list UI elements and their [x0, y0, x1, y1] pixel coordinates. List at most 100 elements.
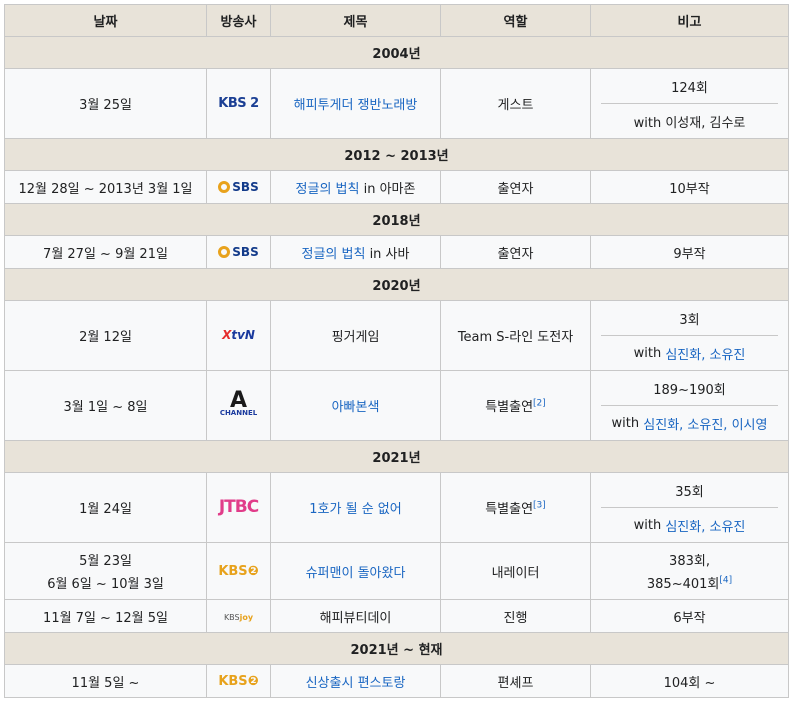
tvn-logo: XtvN [206, 300, 271, 371]
note-cell: 6부작 [590, 599, 789, 633]
date-cell: 11월 7일 ~ 12월 5일 [4, 599, 207, 633]
sbs-logo: SBS [206, 235, 271, 269]
date-cell: 11월 5일 ~ [4, 664, 207, 698]
table-row: 7월 27일 ~ 9월 21일 SBS 정글의 법칙 in 사바 출연자 9부작 [4, 235, 789, 269]
date-cell: 2월 12일 [4, 300, 207, 371]
note-cell: 10부작 [590, 170, 789, 204]
role-cell: 진행 [440, 599, 591, 633]
role-cell: Team S-라인 도전자 [440, 300, 591, 371]
title-link[interactable]: 아빠본색 [332, 400, 380, 415]
footnote-link[interactable]: [3] [533, 501, 546, 511]
kbsjoy-logo: KBSjoy [206, 599, 271, 633]
channel-text: CHANNEL [219, 409, 258, 417]
date-cell: 5월 23일 6월 6일 ~ 10월 3일 [4, 542, 207, 600]
header-role: 역할 [440, 4, 591, 37]
table-row: 11월 7일 ~ 12월 5일 KBSjoy 해피뷰티데이 진행 6부작 [4, 599, 789, 633]
tvn-x-mark: X [222, 328, 232, 342]
title-link[interactable]: 정글의 법칙 [296, 182, 360, 197]
kbs2-logo: KBS 2 [206, 68, 271, 139]
year-header: 2020년 [4, 268, 789, 301]
kbs2-logo: KBS❷ [206, 664, 271, 698]
title-cell: 정글의 법칙 in 아마존 [270, 170, 441, 204]
title-link[interactable]: 1호가 될 순 없어 [309, 502, 401, 517]
title-cell: 해피뷰티데이 [270, 599, 441, 633]
title-cell: 정글의 법칙 in 사바 [270, 235, 441, 269]
kbsjoy-kbs: KBS [223, 612, 240, 622]
header-row: 날짜 방송사 제목 역할 비고 [4, 4, 789, 37]
sbs-logo-text: SBS [232, 244, 259, 259]
note-cell: 3회 with 심진화, 소유진 [590, 300, 789, 371]
header-note: 비고 [590, 4, 789, 37]
role-text: 특별출연 [485, 400, 534, 415]
header-date: 날짜 [4, 4, 207, 37]
date-cell: 1월 24일 [4, 472, 207, 543]
role-cell: 출연자 [440, 235, 591, 269]
jtbc-logo-text: JTBC [218, 497, 259, 517]
header-title: 제목 [270, 4, 441, 37]
table-row: 5월 23일 6월 6일 ~ 10월 3일 KBS❷ 슈퍼맨이 돌아왔다 내레이터… [4, 542, 789, 600]
title-link[interactable]: 정글의 법칙 [302, 247, 366, 262]
channel-a-logo: A CHANNEL [206, 370, 271, 441]
year-header: 2018년 [4, 203, 789, 236]
note-cell: 383회, 385~401회[4] [590, 542, 789, 600]
note-bottom: with 이성재, 김수로 [633, 115, 746, 131]
note-with: with [633, 345, 662, 361]
sbs-circle-icon [218, 180, 231, 193]
title-suffix: in 사바 [365, 246, 410, 262]
note-cell: 9부작 [590, 235, 789, 269]
sbs-circle-icon [218, 245, 231, 258]
cast-link[interactable]: 심진화, 소유진 [665, 516, 745, 535]
kbs2-logo-text: KBS❷ [218, 673, 259, 689]
note-bottom: with 심진화, 소유진 [591, 508, 788, 542]
date-line-1: 5월 23일 [79, 554, 132, 569]
tvn-logo-text: tvN [231, 328, 255, 342]
title-link[interactable]: 해피투게더 쟁반노래방 [294, 98, 418, 113]
note-with: with [611, 415, 640, 431]
role-text: 특별출연 [485, 502, 534, 517]
table-row: 3월 1일 ~ 8일 A CHANNEL 아빠본색 특별출연[2] 189~190… [4, 370, 789, 441]
note-cell: 35회 with 심진화, 소유진 [590, 472, 789, 543]
note-episodes: 385~401회 [646, 577, 720, 592]
note-with: with [633, 517, 662, 533]
table-row: 2월 12일 XtvN 핑거게임 Team S-라인 도전자 3회 with 심… [4, 300, 789, 371]
note-bottom: with 심진화, 소유진, 이시영 [591, 406, 788, 440]
title-suffix: in 아마존 [359, 181, 416, 197]
role-cell: 특별출연[3] [440, 472, 591, 543]
role-cell: 특별출연[2] [440, 370, 591, 441]
note-line-2: 385~401회[4] [595, 573, 784, 592]
date-cell: 3월 1일 ~ 8일 [4, 370, 207, 441]
note-top: 35회 [601, 473, 778, 508]
kbs2-logo-text: KBS 2 [218, 96, 259, 111]
role-cell: 출연자 [440, 170, 591, 204]
date-cell: 3월 25일 [4, 68, 207, 139]
sbs-logo-text: SBS [232, 179, 259, 194]
cast-link[interactable]: 심진화, 소유진 [665, 344, 745, 363]
table-row: 11월 5일 ~ KBS❷ 신상출시 편스토랑 편셰프 104회 ~ [4, 664, 789, 698]
kbs2-logo-text: KBS❷ [218, 563, 259, 579]
cast-link[interactable]: 심진화, 소유진, 이시영 [643, 414, 767, 433]
note-top: 189~190회 [601, 371, 778, 406]
note-cell: 124회 with 이성재, 김수로 [590, 68, 789, 139]
note-bottom: with 심진화, 소유진 [591, 336, 788, 370]
footnote-link[interactable]: [4] [719, 576, 732, 586]
year-header: 2021년 [4, 440, 789, 473]
note-top: 3회 [601, 301, 778, 336]
table-row: 1월 24일 JTBC 1호가 될 순 없어 특별출연[3] 35회 with … [4, 472, 789, 543]
year-header: 2012 ~ 2013년 [4, 138, 789, 171]
date-cell: 12월 28일 ~ 2013년 3월 1일 [4, 170, 207, 204]
footnote-link[interactable]: [2] [533, 399, 546, 409]
title-link[interactable]: 슈퍼맨이 돌아왔다 [306, 566, 406, 581]
channel-a-mark: A [229, 388, 248, 413]
title-link[interactable]: 신상출시 편스토랑 [306, 676, 406, 691]
role-cell: 내레이터 [440, 542, 591, 600]
role-cell: 편셰프 [440, 664, 591, 698]
filmography-table: 날짜 방송사 제목 역할 비고 2004년 3월 25일 KBS 2 해피투게더… [4, 4, 789, 698]
table-row: 12월 28일 ~ 2013년 3월 1일 SBS 정글의 법칙 in 아마존 … [4, 170, 789, 204]
year-header: 2021년 ~ 현재 [4, 632, 789, 665]
note-cell: 104회 ~ [590, 664, 789, 698]
date-line-2: 6월 6일 ~ 10월 3일 [47, 577, 164, 592]
role-cell: 게스트 [440, 68, 591, 139]
note-line-1: 383회, [669, 554, 710, 569]
table-row: 3월 25일 KBS 2 해피투게더 쟁반노래방 게스트 124회 with 이… [4, 68, 789, 139]
header-broadcaster: 방송사 [206, 4, 271, 37]
